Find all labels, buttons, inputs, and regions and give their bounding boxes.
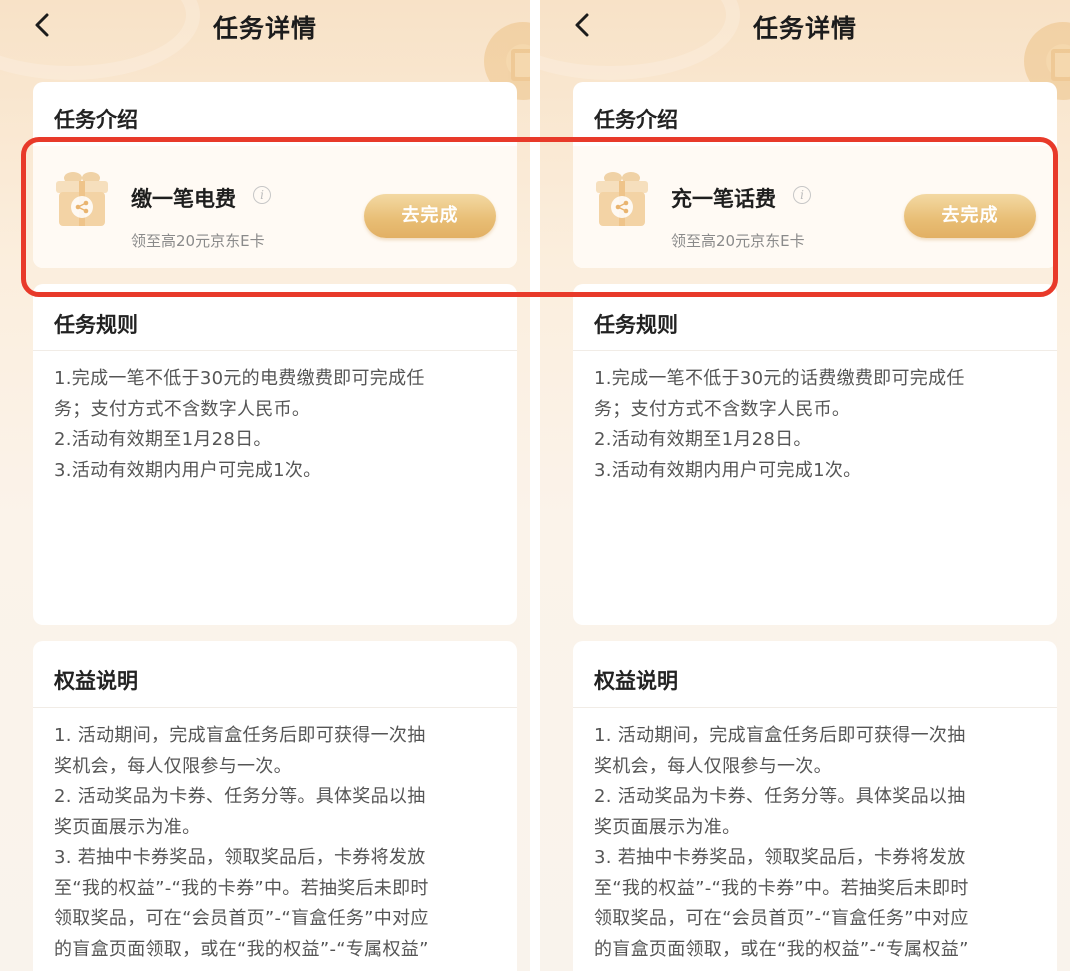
benefits-list: 1. 活动期间，完成盲盒任务后即可获得一次抽 奖机会，每人仅限参与一次。 2. … — [54, 721, 500, 965]
rules-list: 1.完成一笔不低于30元的电费缴费即可完成任 务；支付方式不含数字人民币。 2.… — [54, 364, 500, 486]
benefits-title: 权益说明 — [594, 669, 678, 693]
task-rules-title: 任务规则 — [594, 313, 678, 337]
page-title: 任务详情 — [212, 14, 317, 43]
info-icon[interactable]: i — [253, 186, 271, 204]
page-title: 任务详情 — [752, 14, 857, 43]
benefit-line: 2. 活动奖品为卡券、任务分等。具体奖品以抽 — [54, 786, 426, 807]
divider — [33, 350, 517, 351]
task-rules-card: 任务规则 1.完成一笔不低于30元的电费缴费即可完成任 务；支付方式不含数字人民… — [33, 284, 517, 625]
gift-box-share-icon — [596, 172, 648, 226]
divider — [573, 350, 1057, 351]
task-item: 充一笔话费 i 领至高20元京东E卡 去完成 — [573, 146, 1057, 268]
benefit-line: 奖机会，每人仅限参与一次。 — [54, 755, 292, 777]
benefit-line: 至“我的权益”-“我的卡券”中。若抽奖后未即时 — [594, 877, 969, 899]
benefit-line: 1. 活动期间，完成盲盒任务后即可获得一次抽 — [594, 725, 966, 746]
task-rules-title: 任务规则 — [54, 313, 138, 337]
task-name: 缴一笔电费 — [131, 187, 236, 211]
rule-line: 务；支付方式不含数字人民币。 — [54, 398, 311, 420]
task-name: 充一笔话费 — [671, 187, 776, 211]
nav-bar: 任务详情 — [540, 0, 1070, 54]
benefits-list: 1. 活动期间，完成盲盒任务后即可获得一次抽 奖机会，每人仅限参与一次。 2. … — [594, 721, 1040, 965]
rules-list: 1.完成一笔不低于30元的话费缴费即可完成任 务；支付方式不含数字人民币。 2.… — [594, 364, 1040, 486]
benefit-line: 1. 活动期间，完成盲盒任务后即可获得一次抽 — [54, 725, 426, 746]
rule-line: 1.完成一笔不低于30元的话费缴费即可完成任 — [594, 368, 965, 389]
task-intro-card: 任务介绍 缴一笔电费 i 领至高20元京东E卡 去完成 — [33, 82, 517, 268]
benefits-card: 权益说明 1. 活动期间，完成盲盒任务后即可获得一次抽 奖机会，每人仅限参与一次… — [33, 641, 517, 971]
nav-bar: 任务详情 — [0, 0, 530, 54]
task-item: 缴一笔电费 i 领至高20元京东E卡 去完成 — [33, 146, 517, 268]
task-reward: 领至高20元京东E卡 — [131, 232, 265, 250]
task-intro-title: 任务介绍 — [54, 108, 138, 132]
benefit-line: 奖机会，每人仅限参与一次。 — [594, 755, 832, 777]
rule-line: 3.活动有效期内用户可完成1次。 — [54, 459, 322, 481]
rule-line: 2.活动有效期至1月28日。 — [594, 429, 812, 450]
benefit-line: 领取奖品，可在“会员首页”-“盲盒任务”中对应 — [54, 908, 429, 929]
benefit-line: 的盲盒页面领取，或在“我的权益”-“专属权益” — [594, 938, 969, 960]
task-intro-title: 任务介绍 — [594, 108, 678, 132]
gift-box-share-icon — [56, 172, 108, 226]
benefit-line: 奖页面展示为准。 — [54, 816, 201, 838]
rule-line: 2.活动有效期至1月28日。 — [54, 429, 272, 450]
rule-line: 1.完成一笔不低于30元的电费缴费即可完成任 — [54, 368, 425, 389]
benefit-line: 领取奖品，可在“会员首页”-“盲盒任务”中对应 — [594, 908, 969, 929]
info-icon[interactable]: i — [793, 186, 811, 204]
benefits-card: 权益说明 1. 活动期间，完成盲盒任务后即可获得一次抽 奖机会，每人仅限参与一次… — [573, 641, 1057, 971]
benefit-line: 3. 若抽中卡券奖品，领取奖品后，卡券将发放 — [594, 847, 966, 868]
benefit-line: 2. 活动奖品为卡券、任务分等。具体奖品以抽 — [594, 786, 966, 807]
task-rules-card: 任务规则 1.完成一笔不低于30元的话费缴费即可完成任 务；支付方式不含数字人民… — [573, 284, 1057, 625]
benefit-line: 3. 若抽中卡券奖品，领取奖品后，卡券将发放 — [54, 847, 426, 868]
task-detail-screen-electricity: 任务详情 任务介绍 缴一笔电费 i 领至高20元京东E卡 去完成 任务规则 1.… — [0, 0, 530, 971]
task-intro-card: 任务介绍 充一笔话费 i 领至高20元京东E卡 去完成 — [573, 82, 1057, 268]
benefits-title: 权益说明 — [54, 669, 138, 693]
go-complete-button[interactable]: 去完成 — [364, 194, 496, 238]
go-complete-button[interactable]: 去完成 — [904, 194, 1036, 238]
rule-line: 3.活动有效期内用户可完成1次。 — [594, 459, 862, 481]
benefit-line: 奖页面展示为准。 — [594, 816, 741, 838]
divider — [573, 707, 1057, 708]
benefit-line: 的盲盒页面领取，或在“我的权益”-“专属权益” — [54, 938, 429, 960]
task-reward: 领至高20元京东E卡 — [671, 232, 805, 250]
divider — [33, 707, 517, 708]
rule-line: 务；支付方式不含数字人民币。 — [594, 398, 851, 420]
task-detail-screen-phone-bill: 任务详情 任务介绍 充一笔话费 i 领至高20元京东E卡 去完成 任务规则 1.… — [540, 0, 1070, 971]
benefit-line: 至“我的权益”-“我的卡券”中。若抽奖后未即时 — [54, 877, 429, 899]
